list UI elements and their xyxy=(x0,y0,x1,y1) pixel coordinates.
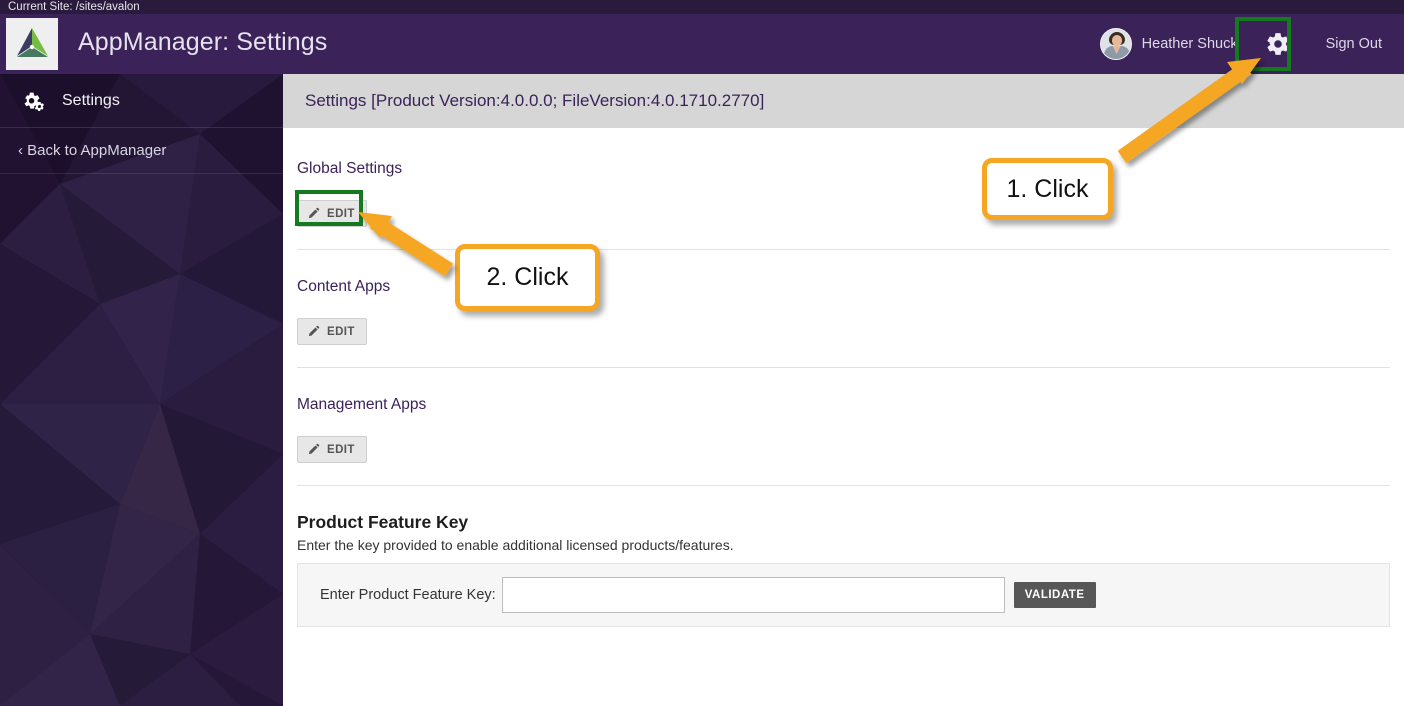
sidebar-item-back-to-appmanager[interactable]: ‹ Back to AppManager xyxy=(0,128,283,174)
sidebar: Settings ‹ Back to AppManager xyxy=(0,74,283,706)
sign-out-link[interactable]: Sign Out xyxy=(1326,36,1382,52)
pencil-icon xyxy=(308,325,320,337)
section-title: Global Settings xyxy=(297,160,403,177)
validate-button[interactable]: VALIDATE xyxy=(1013,582,1096,608)
settings-gear-button[interactable] xyxy=(1256,22,1300,66)
sidebar-settings-label: Settings xyxy=(62,91,120,109)
pencil-icon xyxy=(308,207,320,219)
callout-step-2-label: 2. Click xyxy=(486,263,569,291)
section-title: Management Apps xyxy=(297,396,427,413)
current-site-bar: Current Site: /sites/avalon xyxy=(0,0,1404,14)
product-feature-key-input[interactable] xyxy=(501,577,1005,613)
pyramid-logo-icon xyxy=(17,28,48,57)
avatar[interactable] xyxy=(1099,28,1132,60)
product-feature-key-panel: Enter Product Feature Key: VALIDATE xyxy=(297,563,1390,627)
page-title: AppManager: Settings xyxy=(78,28,328,56)
app-header: AppManager: Settings Heather Shuck Sign … xyxy=(0,14,1404,74)
product-feature-key-description: Enter the key provided to enable additio… xyxy=(297,537,734,553)
global-settings-edit-button[interactable]: EDIT xyxy=(297,200,367,227)
settings-version-title: Settings [Product Version:4.0.0.0; FileV… xyxy=(305,91,765,110)
gears-icon xyxy=(24,92,44,111)
section-global-settings: Global Settings EDIT xyxy=(297,128,1390,250)
product-feature-key-label: Enter Product Feature Key: xyxy=(320,587,496,603)
callout-step-1-label: 1. Click xyxy=(1006,174,1089,203)
user-name-label: Heather Shuck xyxy=(1141,36,1238,52)
app-root: Current Site: /sites/avalon AppManager: … xyxy=(0,0,1404,706)
sidebar-item-settings[interactable]: Settings xyxy=(0,74,283,128)
content-header-bar: Settings [Product Version:4.0.0.0; FileV… xyxy=(283,74,1404,128)
callout-step-1: 1. Click xyxy=(982,158,1113,220)
edit-button-label: EDIT xyxy=(327,207,355,220)
app-logo[interactable] xyxy=(6,18,58,70)
content-apps-edit-button[interactable]: EDIT xyxy=(297,318,367,345)
product-feature-key-title: Product Feature Key xyxy=(297,512,469,532)
edit-button-label: EDIT xyxy=(327,443,355,456)
settings-sections: Global Settings EDIT Content Apps EDIT M… xyxy=(283,128,1404,627)
management-apps-edit-button[interactable]: EDIT xyxy=(297,436,367,463)
pencil-icon xyxy=(308,443,320,455)
sidebar-back-label: ‹ Back to AppManager xyxy=(18,142,167,159)
product-feature-key-section: Product Feature Key Enter the key provid… xyxy=(297,486,1390,627)
header-user-area: Heather Shuck Sign Out xyxy=(1099,14,1404,74)
section-management-apps: Management Apps EDIT xyxy=(297,368,1390,486)
main-content: Settings [Product Version:4.0.0.0; FileV… xyxy=(283,74,1404,706)
callout-step-2: 2. Click xyxy=(455,244,600,311)
gear-icon xyxy=(1266,33,1289,55)
edit-button-label: EDIT xyxy=(327,325,355,338)
